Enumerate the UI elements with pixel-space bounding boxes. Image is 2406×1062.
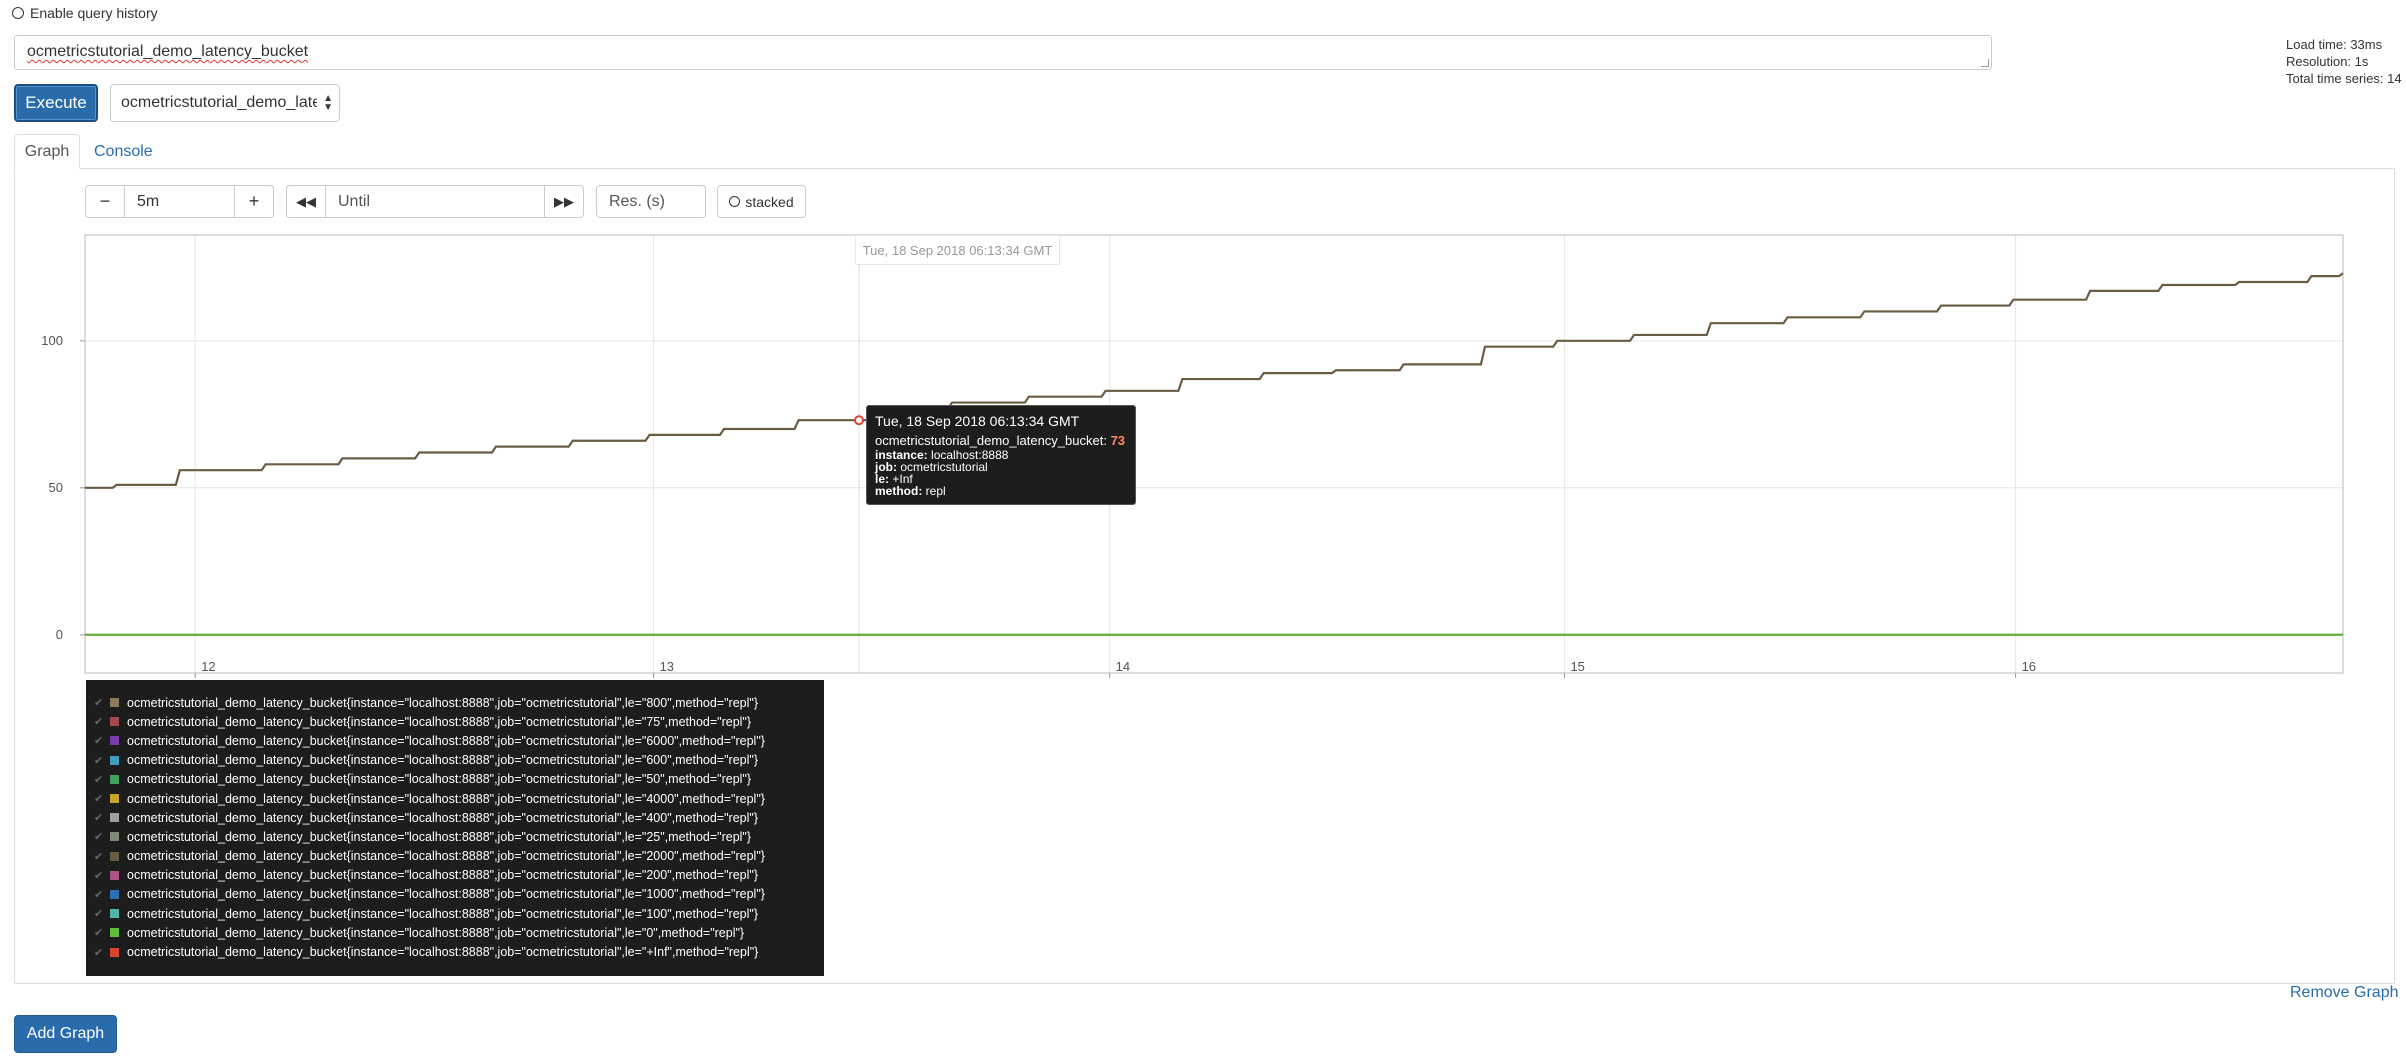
legend-swatch [110,889,119,899]
metric-select[interactable]: ocmetricstutorial_demo_latency_bucket ▲▼ [110,84,340,122]
increase-range-button[interactable]: + [234,185,274,218]
stacked-toggle-button[interactable]: stacked [717,185,806,218]
legend-label: ocmetricstutorial_demo_latency_bucket{in… [127,868,758,883]
enable-query-history-checkbox[interactable]: Enable query history [12,2,158,24]
legend-swatch [110,698,119,708]
expression-text: ocmetricstutorial_demo_latency_bucket [27,43,309,60]
hover-time-label: Tue, 18 Sep 2018 06:13:34 GMT [855,235,1060,265]
check-icon: ✔ [94,812,104,825]
legend-item[interactable]: ✔ ocmetricstutorial_demo_latency_bucket{i… [94,904,816,923]
load-time: Load time: 33ms [2286,37,2383,52]
enable-query-history-label: Enable query history [30,5,158,21]
legend-label: ocmetricstutorial_demo_latency_bucket{in… [127,906,758,921]
legend-swatch [110,870,119,880]
legend-swatch [110,851,119,861]
check-icon: ✔ [94,773,104,786]
check-icon: ✔ [94,908,104,921]
tooltip-value: 73 [1110,433,1126,448]
check-icon: ✔ [94,869,104,882]
legend-swatch [110,832,119,842]
check-icon: ✔ [94,716,104,729]
legend-label: ocmetricstutorial_demo_latency_bucket{in… [127,791,765,806]
legend-label: ocmetricstutorial_demo_latency_bucket{in… [127,849,765,864]
tooltip-job-value: ocmetricstutorial [900,460,988,474]
legend-label: ocmetricstutorial_demo_latency_bucket{in… [127,945,759,960]
legend-label: ocmetricstutorial_demo_latency_bucket{in… [127,695,758,710]
tooltip-method: method: repl [875,485,1127,497]
stacked-label: stacked [745,193,794,210]
legend-item[interactable]: ✔ ocmetricstutorial_demo_latency_bucket{i… [94,693,816,712]
total-time-series: Total time series: 14 [2286,71,2402,86]
check-icon: ✔ [94,831,104,844]
checkbox-icon[interactable] [12,7,24,19]
select-arrows-icon: ▲ ▼ [323,93,333,113]
legend-item[interactable]: ✔ ocmetricstutorial_demo_latency_bucket{i… [94,885,816,904]
tab-graph[interactable]: Graph [14,134,80,169]
resolution: Resolution: 1s [2286,54,2369,69]
expression-input[interactable]: ocmetricstutorial_demo_latency_bucket [14,35,1992,70]
tooltip-method-value: repl [925,484,946,498]
tooltip-method-key: method: [875,484,923,498]
remove-graph-link[interactable]: Remove Graph [2290,984,2399,1002]
tooltip-metric: ocmetricstutorial_demo_latency_bucket: 7… [875,432,1127,449]
forward-button[interactable]: ▶▶ [544,185,584,218]
legend-label: ocmetricstutorial_demo_latency_bucket{in… [127,733,765,748]
series-legend: ✔ ocmetricstutorial_demo_latency_bucket{i… [86,680,824,976]
stacked-circle-icon [729,196,741,207]
resolution-input[interactable]: Res. (s) [596,185,706,218]
check-icon: ✔ [94,754,104,767]
legend-label: ocmetricstutorial_demo_latency_bucket{in… [127,829,752,844]
legend-label: ocmetricstutorial_demo_latency_bucket{in… [127,753,758,768]
legend-swatch [110,755,119,765]
tooltip-metric-name: ocmetricstutorial_demo_latency_bucket: [875,433,1107,448]
legend-item[interactable]: ✔ ocmetricstutorial_demo_latency_bucket{i… [94,770,816,789]
forward-icon: ▶▶ [554,193,574,209]
metric-select-value: ocmetricstutorial_demo_latency_bucket [121,94,317,111]
tab-console[interactable]: Console [94,134,153,169]
legend-item[interactable]: ✔ ocmetricstutorial_demo_latency_bucket{i… [94,827,816,846]
legend-swatch [110,717,119,727]
execute-button[interactable]: Execute [14,84,98,122]
resize-handle-icon[interactable] [1981,59,1989,67]
legend-swatch [110,909,119,919]
legend-swatch [110,794,119,804]
check-icon: ✔ [94,735,104,748]
legend-item[interactable]: ✔ ocmetricstutorial_demo_latency_bucket{i… [94,731,816,750]
legend-item[interactable]: ✔ ocmetricstutorial_demo_latency_bucket{i… [94,751,816,770]
legend-item[interactable]: ✔ ocmetricstutorial_demo_latency_bucket{i… [94,866,816,885]
legend-swatch [110,813,119,823]
legend-item[interactable]: ✔ ocmetricstutorial_demo_latency_bucket{i… [94,789,816,808]
legend-label: ocmetricstutorial_demo_latency_bucket{in… [127,810,758,825]
legend-item[interactable]: ✔ ocmetricstutorial_demo_latency_bucket{i… [94,712,816,731]
legend-label: ocmetricstutorial_demo_latency_bucket{in… [127,772,752,787]
decrease-range-button[interactable]: − [85,185,125,218]
legend-label: ocmetricstutorial_demo_latency_bucket{in… [127,887,765,902]
check-icon: ✔ [94,946,104,959]
data-tooltip: Tue, 18 Sep 2018 06:13:34 GMT ocmetricst… [866,405,1136,505]
tooltip-time: Tue, 18 Sep 2018 06:13:34 GMT [875,413,1080,429]
legend-item[interactable]: ✔ ocmetricstutorial_demo_latency_bucket{i… [94,808,816,827]
legend-swatch [110,947,119,957]
check-icon: ✔ [94,793,104,806]
legend-item[interactable]: ✔ ocmetricstutorial_demo_latency_bucket{i… [94,923,816,942]
legend-item[interactable]: ✔ ocmetricstutorial_demo_latency_bucket{i… [94,847,816,866]
legend-swatch [110,774,119,784]
rewind-button[interactable]: ◀◀ [286,185,326,218]
legend-item[interactable]: ✔ ocmetricstutorial_demo_latency_bucket{i… [94,942,816,961]
legend-swatch [110,928,119,938]
check-icon: ✔ [94,927,104,940]
check-icon: ✔ [94,697,104,710]
legend-label: ocmetricstutorial_demo_latency_bucket{in… [127,925,745,940]
legend-label: ocmetricstutorial_demo_latency_bucket{in… [127,714,752,729]
check-icon: ✔ [94,888,104,901]
legend-swatch [110,736,119,746]
query-stats: Load time: 33ms Resolution: 1s Total tim… [2286,36,2402,87]
rewind-icon: ◀◀ [296,193,316,209]
range-input[interactable]: 5m [124,185,235,218]
until-input[interactable]: Until [325,185,545,218]
check-icon: ✔ [94,850,104,863]
add-graph-button[interactable]: Add Graph [14,1015,117,1053]
